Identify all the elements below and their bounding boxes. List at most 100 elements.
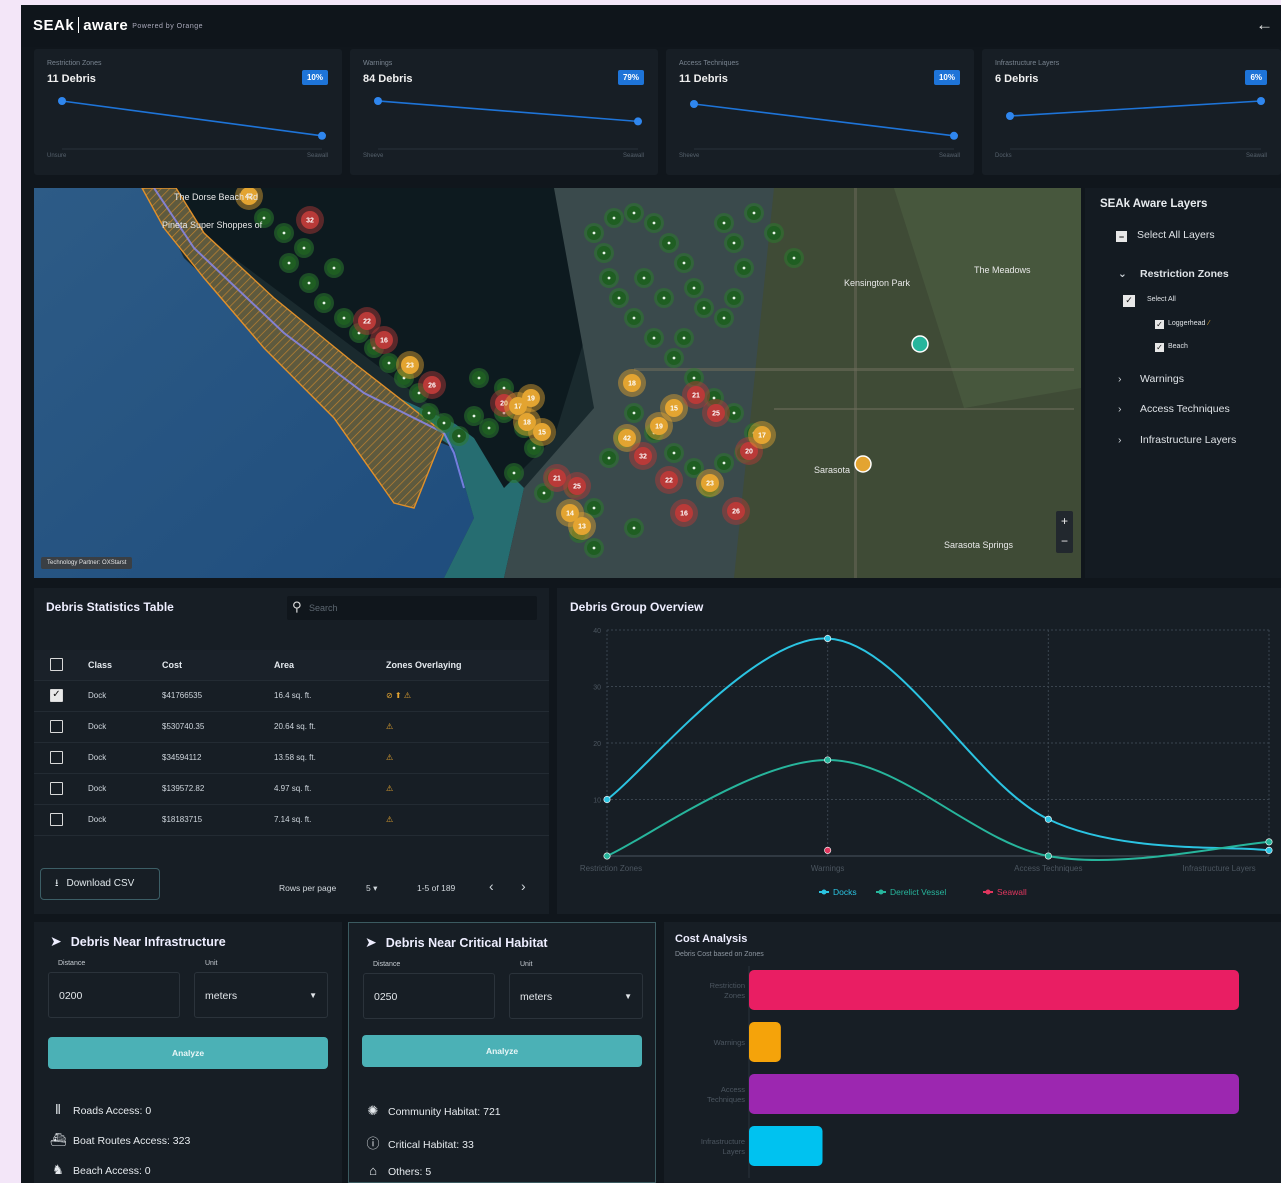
section-infrastructure-layers[interactable]: › Infrastructure Layers [1118, 434, 1236, 446]
map-cluster[interactable] [504, 463, 524, 483]
series-point[interactable] [1265, 838, 1273, 846]
map-cluster[interactable] [479, 418, 499, 438]
map-cluster[interactable] [654, 288, 674, 308]
distance-input[interactable]: 0200 [48, 972, 180, 1018]
map-cluster[interactable] [784, 248, 804, 268]
series-point[interactable] [824, 846, 832, 854]
series-point[interactable] [603, 796, 611, 804]
map-cluster-13[interactable]: 13 [568, 512, 596, 540]
table-row[interactable]: Dock $34594112 13.58 sq. ft. ⚠ [34, 743, 549, 774]
map-cluster[interactable] [449, 426, 469, 446]
map-cluster[interactable] [609, 288, 629, 308]
section-access-techniques[interactable]: › Access Techniques [1118, 403, 1230, 415]
map-cluster[interactable] [644, 213, 664, 233]
map-cluster[interactable] [764, 223, 784, 243]
rows-per-page-select[interactable]: 5 ▾ [366, 883, 377, 894]
cost-bar[interactable] [749, 970, 1239, 1010]
zoom-out-button[interactable]: − [1056, 531, 1073, 551]
unit-select[interactable]: meters ▼ [194, 972, 328, 1018]
map-marker-orange[interactable] [854, 455, 872, 473]
map-cluster[interactable] [299, 273, 319, 293]
search-input[interactable]: Search [309, 603, 338, 613]
map-cluster[interactable] [714, 308, 734, 328]
section-warnings[interactable]: › Warnings [1118, 373, 1184, 385]
map-cluster[interactable] [624, 203, 644, 223]
map-cluster[interactable] [714, 213, 734, 233]
map-cluster[interactable] [634, 268, 654, 288]
legend-item[interactable]: Docks [819, 887, 857, 897]
row-checkbox[interactable]: ✓ [50, 689, 63, 702]
map-cluster[interactable] [599, 448, 619, 468]
select-all-layers[interactable]: − Select All Layers [1116, 229, 1215, 242]
series-point[interactable] [603, 852, 611, 860]
zoom-controls[interactable]: + − [1056, 511, 1073, 553]
select-all-restriction[interactable]: ✓ Select All [1123, 295, 1176, 307]
map-cluster[interactable] [624, 308, 644, 328]
select-all-checkbox[interactable] [50, 658, 63, 671]
map-cluster-18[interactable]: 18 [618, 369, 646, 397]
col-zones[interactable]: Zones Overlaying [386, 660, 462, 670]
layer-beach[interactable]: ✓ Beach [1155, 343, 1188, 352]
map-cluster-16[interactable]: 16 [670, 499, 698, 527]
map-cluster[interactable] [594, 243, 614, 263]
map-cluster[interactable] [584, 223, 604, 243]
layer-loggerhead[interactable]: ✓ Loggerhead ⁄ [1155, 320, 1210, 329]
map-cluster[interactable] [744, 203, 764, 223]
map-cluster[interactable] [674, 253, 694, 273]
map-cluster[interactable] [659, 233, 679, 253]
map-cluster[interactable] [664, 443, 684, 463]
map-cluster[interactable] [279, 253, 299, 273]
search-box[interactable]: ⚲ Search [287, 596, 537, 620]
legend-item[interactable]: Derelict Vessel [876, 887, 946, 897]
map-cluster[interactable] [294, 238, 314, 258]
row-checkbox[interactable] [50, 782, 63, 795]
map-cluster[interactable] [274, 223, 294, 243]
map-cluster-32[interactable]: 32 [629, 442, 657, 470]
table-row[interactable]: Dock $18183715 7.14 sq. ft. ⚠ [34, 805, 549, 836]
col-class[interactable]: Class [88, 660, 112, 670]
table-row[interactable]: Dock $139572.82 4.97 sq. ft. ⚠ [34, 774, 549, 805]
map-cluster[interactable] [724, 233, 744, 253]
map-cluster[interactable] [734, 258, 754, 278]
map-view[interactable]: 42 32 22 16 23 26 20 17 18 19 15 21 25 14 13 42 32 22 16 23… [34, 188, 1081, 578]
map-cluster[interactable] [644, 328, 664, 348]
checkbox-checked-icon[interactable]: ✓ [1155, 343, 1164, 352]
stat-card-2[interactable]: Access Techniques 11 Debris 10% Sheeve Seawa… [666, 49, 974, 175]
prev-page-button[interactable]: ‹ [489, 878, 494, 894]
map-marker-green[interactable] [911, 335, 929, 353]
series-point[interactable] [824, 756, 832, 764]
map-cluster-25[interactable]: 25 [702, 399, 730, 427]
analyze-button[interactable]: Analyze [48, 1037, 328, 1069]
row-checkbox[interactable] [50, 813, 63, 826]
arrow-left-icon[interactable]: ← [1256, 15, 1273, 35]
map-cluster[interactable] [684, 278, 704, 298]
map-cluster[interactable] [624, 403, 644, 423]
map-cluster[interactable] [469, 368, 489, 388]
map-cluster-25[interactable]: 25 [563, 472, 591, 500]
legend-item[interactable]: Seawall [983, 887, 1027, 897]
minus-checkbox-icon[interactable]: − [1116, 231, 1127, 242]
map-cluster[interactable] [624, 518, 644, 538]
stat-card-1[interactable]: Warnings 84 Debris 79% Sheeve Seawall [350, 49, 658, 175]
table-row[interactable]: Dock $530740.35 20.64 sq. ft. ⚠ [34, 712, 549, 743]
map-cluster-26[interactable]: 26 [722, 497, 750, 525]
map-cluster-22[interactable]: 22 [655, 466, 683, 494]
map-cluster-26[interactable]: 26 [418, 371, 446, 399]
analyze-button[interactable]: Analyze [362, 1035, 642, 1067]
map-cluster[interactable] [714, 453, 734, 473]
map-cluster[interactable] [599, 268, 619, 288]
distance-input[interactable]: 0250 [363, 973, 495, 1019]
checkbox-checked-icon[interactable]: ✓ [1123, 295, 1135, 307]
map-cluster[interactable] [664, 348, 684, 368]
series-point[interactable] [1265, 846, 1273, 854]
series-point[interactable] [1044, 852, 1052, 860]
series-point[interactable] [1044, 815, 1052, 823]
cost-bar[interactable] [749, 1074, 1239, 1114]
map-cluster[interactable] [694, 298, 714, 318]
section-restriction-zones[interactable]: ⌄ Restriction Zones [1118, 268, 1229, 280]
stat-card-3[interactable]: Infrastructure Layers 6 Debris 6% Docks Seaw… [982, 49, 1281, 175]
download-csv-button[interactable]: ⭳ Download CSV [40, 868, 160, 900]
unit-select[interactable]: meters ▼ [509, 973, 643, 1019]
row-checkbox[interactable] [50, 751, 63, 764]
map-cluster-32[interactable]: 32 [296, 206, 324, 234]
